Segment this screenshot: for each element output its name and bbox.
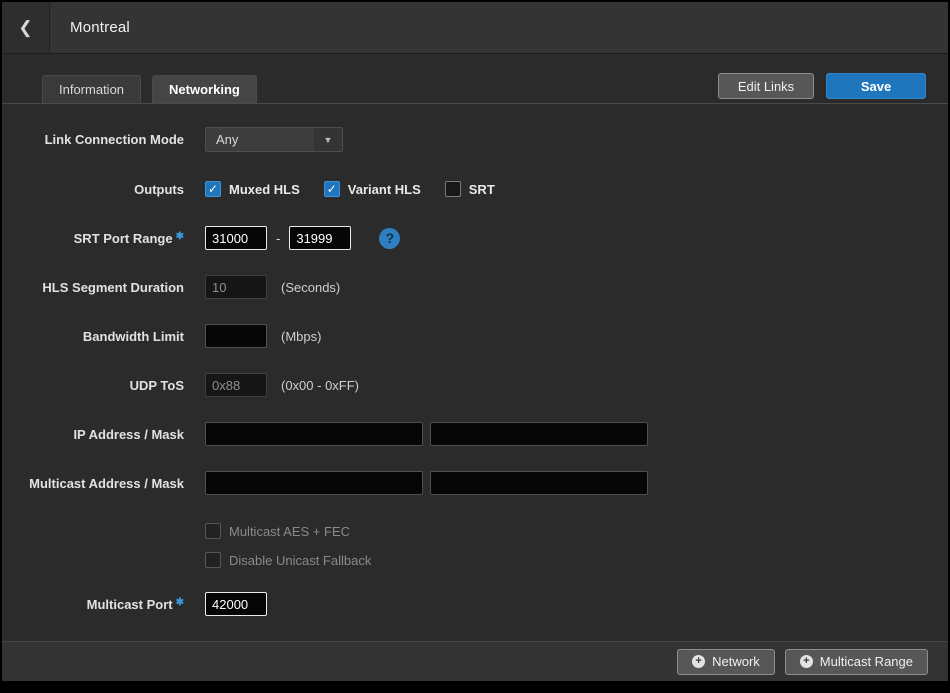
row-multicast-address-mask: Multicast Address / Mask bbox=[2, 471, 948, 495]
multicast-port-label-text: Multicast Port bbox=[87, 597, 173, 612]
checkbox-variant-hls[interactable]: ✓ Variant HLS bbox=[324, 181, 421, 197]
srt-port-range-to-input[interactable] bbox=[289, 226, 351, 250]
add-multicast-range-button[interactable]: + Multicast Range bbox=[785, 649, 928, 675]
bandwidth-limit-unit: (Mbps) bbox=[281, 329, 321, 344]
app-window: ❮ Montreal Information Networking Edit L… bbox=[2, 2, 948, 681]
checkbox-srt[interactable]: SRT bbox=[445, 181, 495, 197]
checkbox-icon bbox=[205, 523, 221, 539]
ip-address-input[interactable] bbox=[205, 422, 423, 446]
page-title: Montreal bbox=[50, 2, 130, 53]
udp-tos-unit: (0x00 - 0xFF) bbox=[281, 378, 359, 393]
add-network-label: Network bbox=[712, 654, 760, 669]
hls-segment-duration-input[interactable] bbox=[205, 275, 267, 299]
ip-address-mask-label: IP Address / Mask bbox=[2, 427, 184, 442]
srt-port-range-from-input[interactable] bbox=[205, 226, 267, 250]
row-srt-port-range: SRT Port Range✱ - ? bbox=[2, 226, 948, 250]
udp-tos-label: UDP ToS bbox=[2, 378, 184, 393]
checkbox-multicast-aes-fec[interactable]: Multicast AES + FEC bbox=[205, 523, 350, 539]
checkbox-srt-label: SRT bbox=[469, 182, 495, 197]
range-separator: - bbox=[276, 231, 280, 246]
row-disable-unicast-fallback: Disable Unicast Fallback bbox=[2, 548, 948, 572]
bandwidth-limit-label: Bandwidth Limit bbox=[2, 329, 184, 344]
tab-networking-label: Networking bbox=[169, 82, 240, 97]
row-ip-address-mask: IP Address / Mask bbox=[2, 422, 948, 446]
edit-links-button[interactable]: Edit Links bbox=[718, 73, 814, 99]
checkbox-icon bbox=[445, 181, 461, 197]
checkbox-disable-unicast-fallback[interactable]: Disable Unicast Fallback bbox=[205, 552, 371, 568]
ip-mask-input[interactable] bbox=[430, 422, 648, 446]
bandwidth-limit-input[interactable] bbox=[205, 324, 267, 348]
chevron-left-icon: ❮ bbox=[18, 19, 32, 36]
row-multicast-port: Multicast Port✱ bbox=[2, 592, 948, 616]
checkbox-icon: ✓ bbox=[324, 181, 340, 197]
hls-segment-duration-label: HLS Segment Duration bbox=[2, 280, 184, 295]
save-button[interactable]: Save bbox=[826, 73, 926, 99]
plus-icon: + bbox=[800, 655, 813, 668]
udp-tos-input[interactable] bbox=[205, 373, 267, 397]
add-network-button[interactable]: + Network bbox=[677, 649, 775, 675]
required-icon: ✱ bbox=[176, 597, 184, 608]
tab-networking[interactable]: Networking bbox=[152, 75, 257, 103]
checkbox-muxed-hls-label: Muxed HLS bbox=[229, 182, 300, 197]
checkbox-icon: ✓ bbox=[205, 181, 221, 197]
hls-segment-duration-unit: (Seconds) bbox=[281, 280, 340, 295]
checkbox-icon bbox=[205, 552, 221, 568]
help-icon[interactable]: ? bbox=[379, 228, 400, 249]
multicast-port-input[interactable] bbox=[205, 592, 267, 616]
back-button[interactable]: ❮ bbox=[2, 2, 50, 53]
multicast-port-label: Multicast Port✱ bbox=[2, 597, 184, 612]
header-bar: ❮ Montreal bbox=[2, 2, 948, 54]
row-bandwidth-limit: Bandwidth Limit (Mbps) bbox=[2, 324, 948, 348]
plus-icon: + bbox=[692, 655, 705, 668]
multicast-mask-input[interactable] bbox=[430, 471, 648, 495]
row-link-connection-mode: Link Connection Mode Any ▼ bbox=[2, 127, 948, 152]
tab-information-label: Information bbox=[59, 82, 124, 97]
required-icon: ✱ bbox=[176, 231, 184, 242]
link-connection-mode-select[interactable]: Any ▼ bbox=[205, 127, 343, 152]
multicast-address-mask-label: Multicast Address / Mask bbox=[2, 476, 184, 491]
footer-bar: + Network + Multicast Range bbox=[2, 641, 948, 681]
link-connection-mode-label: Link Connection Mode bbox=[2, 132, 184, 147]
checkbox-multicast-aes-fec-label: Multicast AES + FEC bbox=[229, 524, 350, 539]
srt-port-range-label: SRT Port Range✱ bbox=[2, 231, 184, 246]
tabs-row: Information Networking Edit Links Save bbox=[2, 75, 948, 104]
row-udp-tos: UDP ToS (0x00 - 0xFF) bbox=[2, 373, 948, 397]
checkbox-variant-hls-label: Variant HLS bbox=[348, 182, 421, 197]
row-multicast-aes-fec: Multicast AES + FEC bbox=[2, 520, 948, 542]
checkbox-muxed-hls[interactable]: ✓ Muxed HLS bbox=[205, 181, 300, 197]
add-multicast-range-label: Multicast Range bbox=[820, 654, 913, 669]
multicast-address-input[interactable] bbox=[205, 471, 423, 495]
srt-port-range-label-text: SRT Port Range bbox=[74, 231, 173, 246]
row-hls-segment-duration: HLS Segment Duration (Seconds) bbox=[2, 275, 948, 299]
chevron-down-icon: ▼ bbox=[314, 128, 342, 151]
row-outputs: Outputs ✓ Muxed HLS ✓ Variant HLS SRT bbox=[2, 177, 948, 201]
networking-form: Link Connection Mode Any ▼ Outputs ✓ Mux… bbox=[2, 104, 948, 641]
checkbox-disable-unicast-fallback-label: Disable Unicast Fallback bbox=[229, 553, 371, 568]
link-connection-mode-value: Any bbox=[206, 132, 314, 147]
tab-information[interactable]: Information bbox=[42, 75, 141, 103]
outputs-label: Outputs bbox=[2, 182, 184, 197]
